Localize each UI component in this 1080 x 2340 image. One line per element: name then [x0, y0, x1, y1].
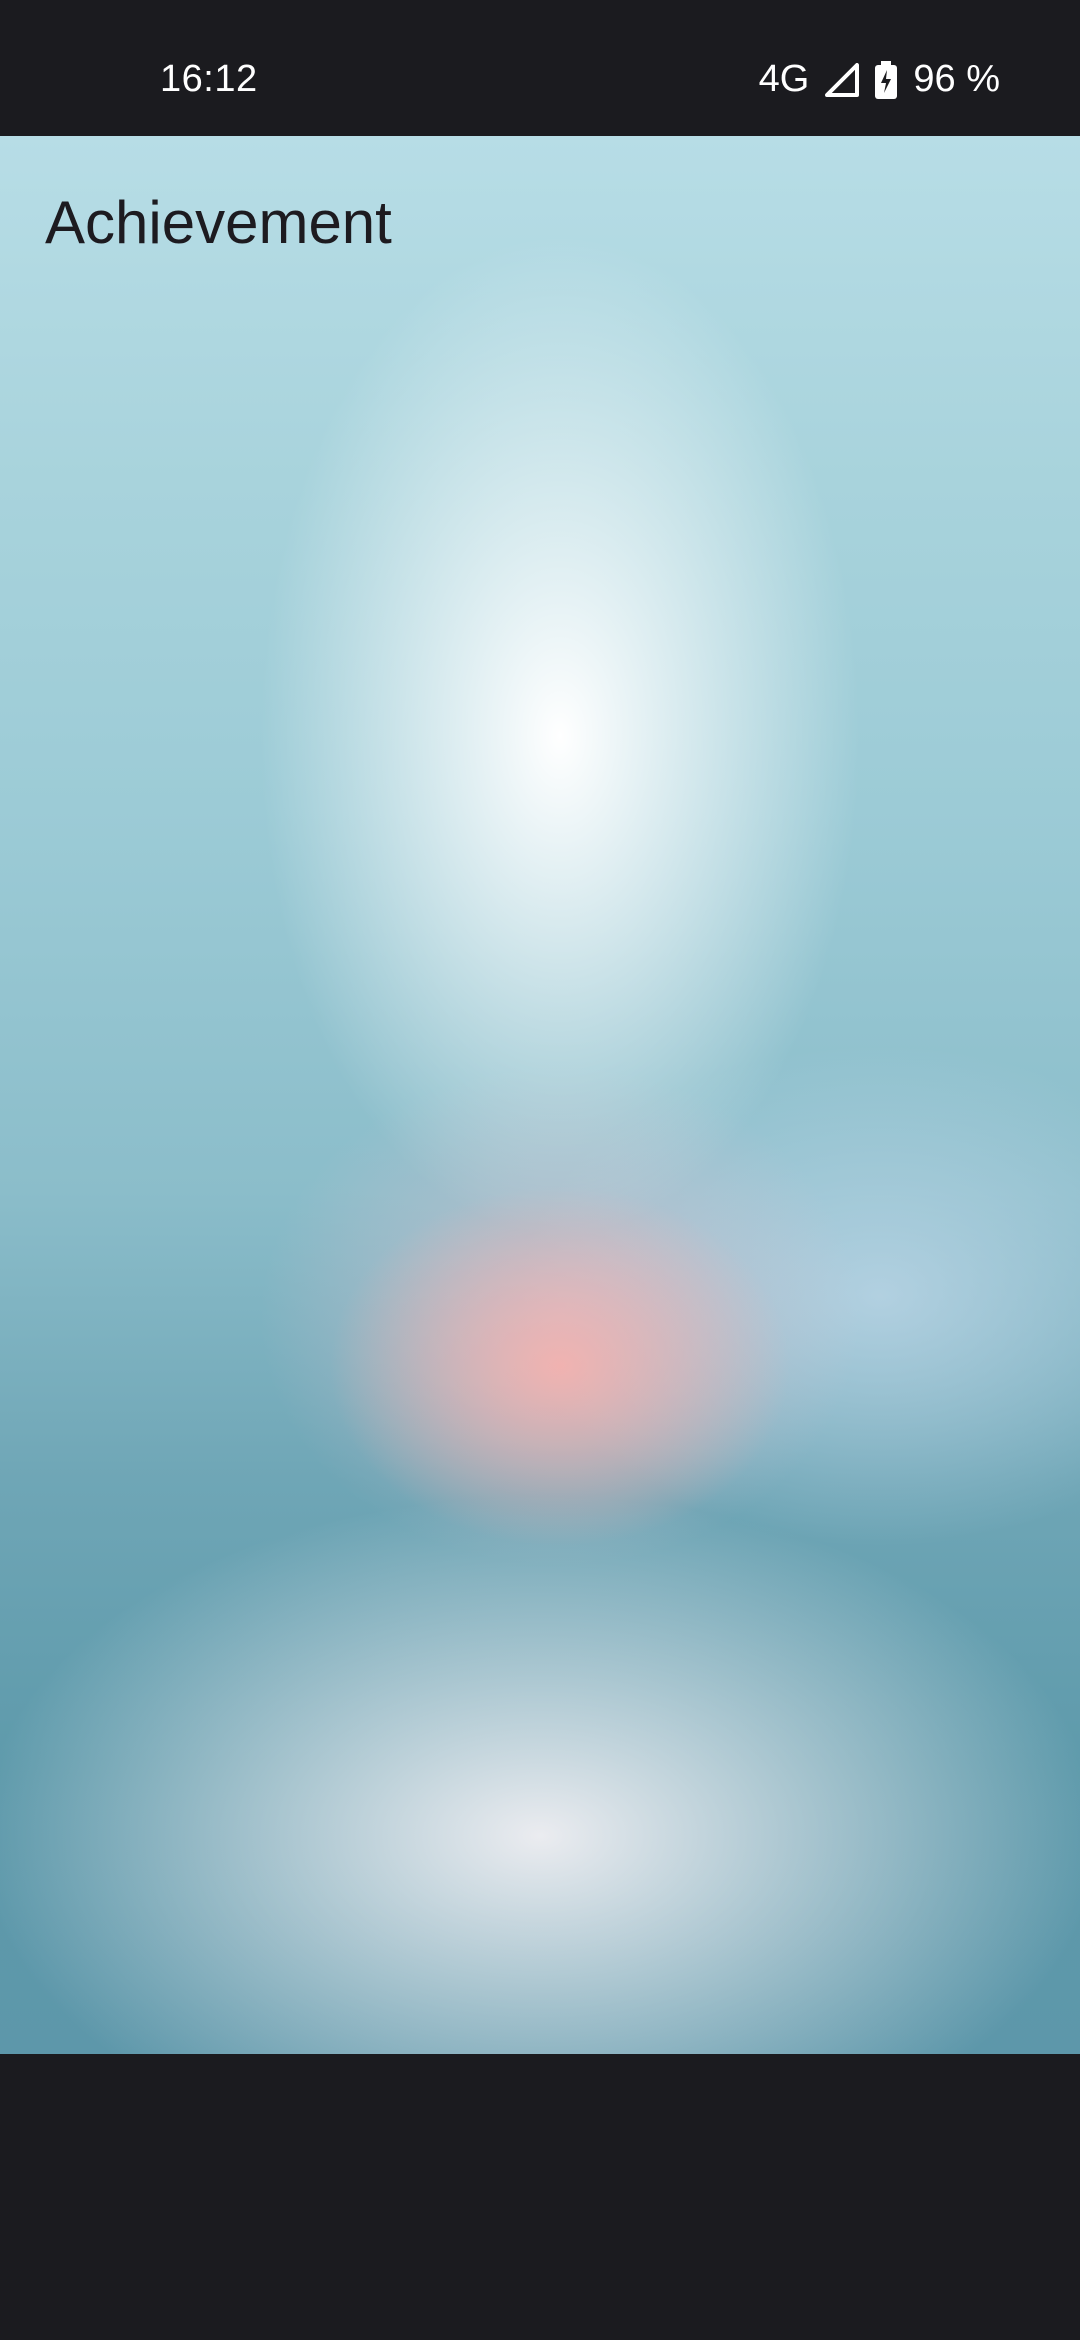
battery-level: 96 % — [913, 58, 1000, 100]
network-type: 4G — [758, 58, 810, 100]
signal-icon — [825, 62, 860, 97]
status-time: 16:12 — [160, 58, 258, 100]
status-bar: 16:12 4G 96 % — [0, 0, 1080, 136]
statistics-screen: Achievement — [0, 136, 1080, 2054]
battery-charging-icon — [875, 60, 898, 99]
status-indicators: 4G 96 % — [759, 58, 1000, 101]
trophy-icon — [87, 462, 209, 578]
achievement-heading: Achievement — [45, 189, 392, 256]
